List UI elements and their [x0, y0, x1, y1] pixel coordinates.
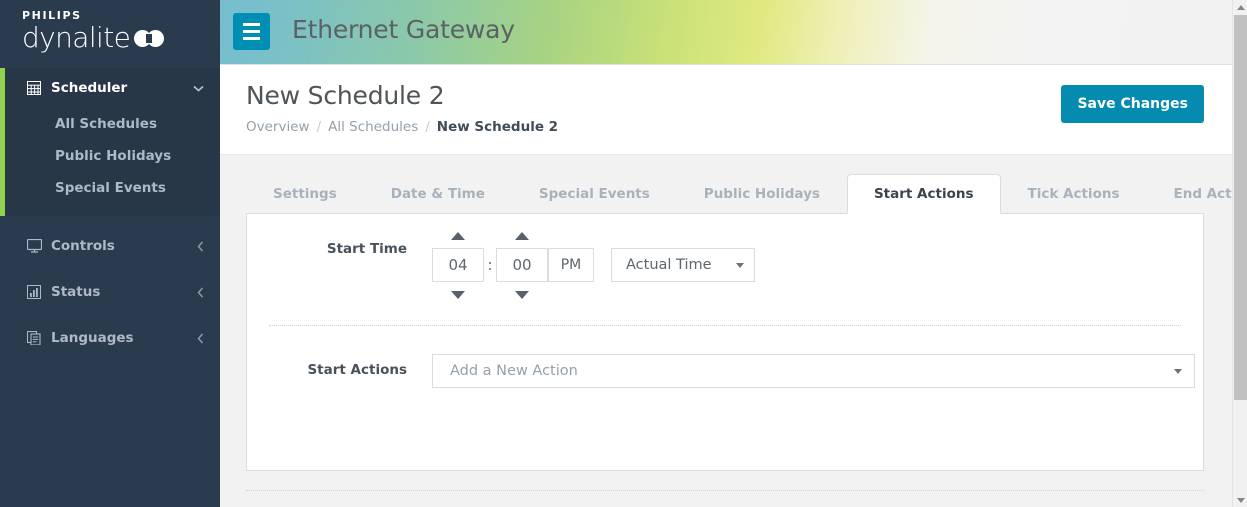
minute-decrement-button[interactable]	[496, 291, 548, 299]
sidebar: PHILIPS dynalite Scheduler All Schedules…	[0, 0, 220, 507]
tab-public-holidays[interactable]: Public Holidays	[677, 174, 847, 213]
page-bottom-divider	[246, 490, 1204, 491]
tab-special-events[interactable]: Special Events	[512, 174, 677, 213]
sidebar-item-public-holidays[interactable]: Public Holidays	[0, 140, 220, 172]
breadcrumb-item-overview[interactable]: Overview	[246, 119, 310, 135]
application-window: PHILIPS dynalite Scheduler All Schedules…	[0, 0, 1247, 507]
sidebar-group-scheduler: Scheduler All Schedules Public Holidays …	[0, 68, 220, 216]
add-new-action-select[interactable]: Add a New Action	[432, 354, 1195, 388]
tab-bar: Settings Date & Time Special Events Publ…	[220, 174, 1247, 214]
sidebar-item-all-schedules[interactable]: All Schedules	[0, 108, 220, 140]
hamburger-icon[interactable]	[233, 13, 270, 50]
breadcrumb-separator: /	[316, 119, 322, 135]
sidebar-item-label: Scheduler	[51, 80, 128, 96]
scroll-down-arrow-icon[interactable]	[1233, 493, 1247, 507]
dynalite-wordmark: dynalite	[22, 21, 131, 54]
start-actions-field-row: Start Actions Add a New Action	[247, 354, 1203, 388]
page-content: New Schedule 2 Overview / All Schedules …	[220, 65, 1247, 507]
chevron-left-icon	[197, 241, 204, 252]
sidebar-item-special-events[interactable]: Special Events	[0, 172, 220, 204]
time-separator: :	[487, 256, 493, 274]
sidebar-item-label: Status	[51, 284, 101, 300]
monitor-icon	[27, 239, 51, 253]
start-actions-panel: Start Time 04: 00 PM Actual Time Start …	[246, 213, 1204, 471]
chevron-up-icon	[515, 232, 529, 240]
scrollbar-thumb[interactable]	[1234, 15, 1247, 400]
chevron-down-icon	[451, 291, 465, 299]
breadcrumb-item-current: New Schedule 2	[436, 119, 559, 135]
scroll-up-arrow-icon[interactable]	[1233, 0, 1247, 14]
sidebar-item-label: Controls	[51, 238, 115, 254]
grid-icon	[27, 81, 51, 95]
hour-input[interactable]: 04	[432, 248, 484, 282]
start-time-field-row: Start Time 04: 00 PM Actual Time	[247, 232, 1203, 299]
brand-logo[interactable]: PHILIPS dynalite	[0, 0, 220, 68]
document-icon	[27, 331, 51, 345]
breadcrumb-separator: /	[425, 119, 430, 135]
chevron-down-icon	[736, 262, 744, 268]
start-time-label: Start Time	[326, 241, 407, 257]
meridiem-toggle[interactable]: PM	[548, 248, 594, 282]
top-header-bar: Ethernet Gateway	[220, 0, 1232, 65]
time-mode-value: Actual Time	[626, 257, 712, 273]
sidebar-subitem-label: Special Events	[55, 180, 166, 196]
page-title-band: New Schedule 2 Overview / All Schedules …	[220, 65, 1232, 155]
tab-settings[interactable]: Settings	[246, 174, 364, 213]
chevron-down-icon	[515, 291, 529, 299]
start-actions-label: Start Actions	[307, 362, 407, 378]
sidebar-active-accent-bar	[0, 68, 5, 216]
bar-chart-icon	[27, 285, 51, 299]
chevron-left-icon	[197, 333, 204, 344]
tab-start-actions[interactable]: Start Actions	[846, 174, 1001, 214]
minute-increment-button[interactable]	[496, 232, 548, 240]
sidebar-item-label: Languages	[51, 330, 134, 346]
sidebar-item-languages[interactable]: Languages	[0, 322, 220, 354]
sidebar-subitem-label: Public Holidays	[55, 148, 172, 164]
save-changes-button[interactable]: Save Changes	[1061, 85, 1204, 123]
add-new-action-value: Add a New Action	[450, 363, 578, 379]
sidebar-item-scheduler[interactable]: Scheduler	[0, 68, 220, 108]
page-scrollbar[interactable]	[1232, 0, 1247, 507]
hour-decrement-button[interactable]	[432, 291, 484, 299]
breadcrumb-item-all-schedules[interactable]: All Schedules	[328, 119, 418, 135]
time-mode-select[interactable]: Actual Time	[611, 248, 755, 282]
chevron-down-icon	[1174, 368, 1182, 374]
chevron-up-icon	[451, 232, 465, 240]
time-spinner-group: 04 : 00 PM Actual Time	[432, 232, 755, 299]
sidebar-item-status[interactable]: Status	[0, 276, 220, 308]
hour-increment-button[interactable]	[432, 232, 484, 240]
tab-date-time[interactable]: Date & Time	[364, 174, 512, 213]
chevron-down-icon	[193, 85, 204, 92]
minute-input[interactable]: 00	[496, 248, 548, 282]
sidebar-item-controls[interactable]: Controls	[0, 230, 220, 262]
dynalite-logo-mark	[134, 29, 165, 47]
app-title: Ethernet Gateway	[292, 15, 515, 44]
chevron-left-icon	[197, 287, 204, 298]
sidebar-subitem-label: All Schedules	[55, 116, 157, 132]
tab-tick-actions[interactable]: Tick Actions	[1001, 174, 1147, 213]
section-divider	[269, 325, 1181, 326]
